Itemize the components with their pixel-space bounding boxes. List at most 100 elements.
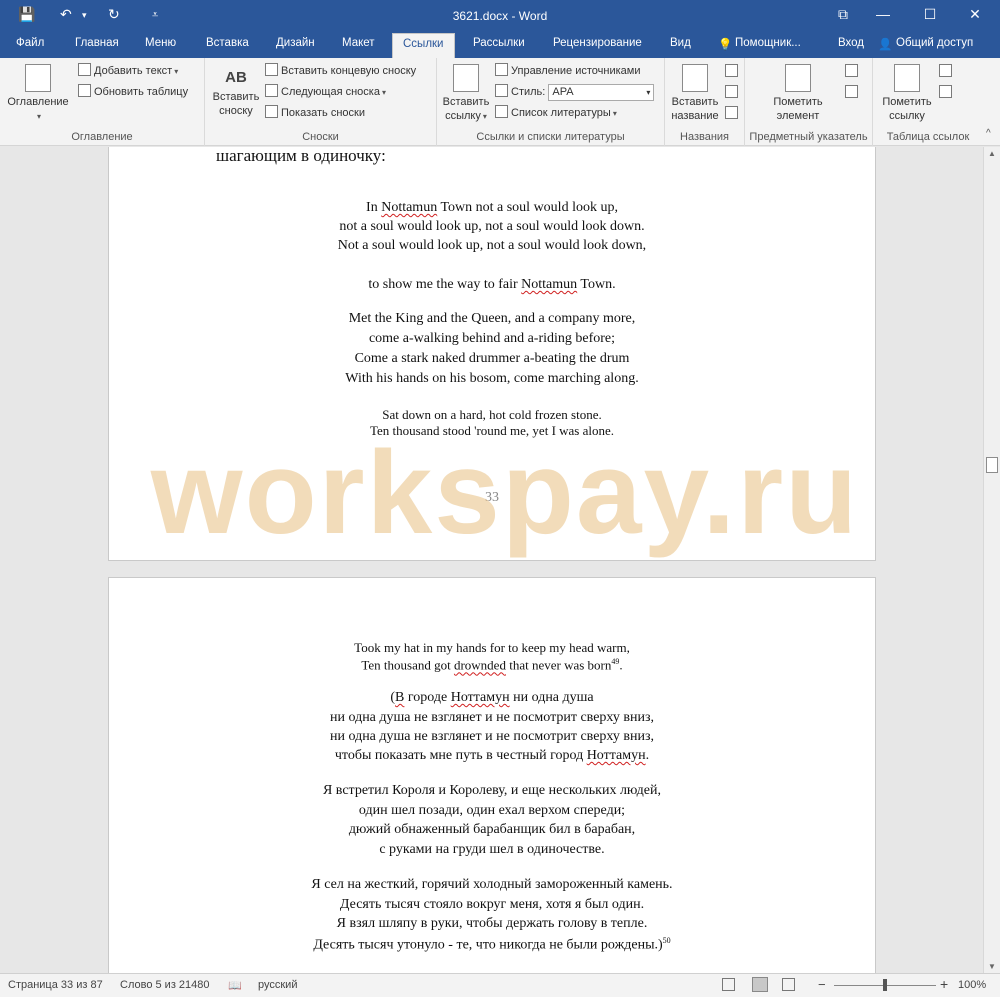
spelling-error[interactable]: В: [395, 690, 404, 705]
bibliography-button[interactable]: Список литературы ▾: [495, 104, 617, 122]
poem-line: to show me the way to fair Nottamun Town…: [368, 277, 616, 292]
poem-line: Took my hat in my hands for to keep my h…: [354, 640, 630, 655]
spelling-error[interactable]: Ноттамун: [451, 690, 510, 705]
poem-line: дюжий обнаженный барабанщик бил в бараба…: [348, 822, 636, 837]
toc-button[interactable]: Оглавление ▾: [4, 64, 72, 124]
bibliography-label: Список литературы: [511, 107, 611, 119]
tab-tell-me[interactable]: Помощник...: [735, 37, 801, 49]
insert-footnote-button[interactable]: AB Вставить сноску: [208, 66, 264, 118]
print-layout-icon[interactable]: [752, 977, 768, 992]
manage-sources-icon: [495, 63, 508, 76]
tab-menu[interactable]: Меню: [145, 37, 176, 49]
poem-line: In Nottamun Town not a soul would look u…: [366, 200, 618, 215]
close-button[interactable]: ✕: [960, 6, 990, 23]
insert-table-of-figures-icon[interactable]: [725, 64, 738, 77]
chevron-down-icon: ▾: [36, 112, 41, 121]
insert-caption-button[interactable]: Вставить название: [667, 64, 723, 123]
page-33: шагающим в одиночку: In Nottamun Town no…: [108, 147, 876, 561]
poem-line: come a-walking behind and a-riding befor…: [368, 331, 616, 346]
update-table-button[interactable]: Обновить таблицу: [78, 83, 188, 101]
style-select[interactable]: APA ▾: [548, 83, 655, 101]
spelling-error[interactable]: Ноттамун: [587, 748, 646, 763]
chevron-down-icon: ▾: [612, 109, 617, 118]
share-button[interactable]: Общий доступ: [896, 37, 973, 49]
group-citations: Вставить ссылку ▾ Управление источниками …: [437, 58, 665, 146]
tab-home[interactable]: Главная: [75, 37, 119, 49]
add-text-button[interactable]: Добавить текст ▾: [78, 62, 178, 80]
tab-layout[interactable]: Макет: [342, 37, 375, 49]
cross-reference-icon[interactable]: [725, 106, 738, 119]
zoom-out-button[interactable]: −: [818, 977, 826, 992]
update-toa-icon[interactable]: [939, 85, 952, 98]
scrollbar-thumb[interactable]: [986, 457, 998, 473]
poem-line: чтобы показать мне путь в честный город …: [334, 748, 650, 763]
zoom-in-button[interactable]: +: [940, 976, 948, 992]
spelling-error[interactable]: drownded: [454, 657, 506, 672]
group-captions-label: Названия: [680, 131, 729, 143]
mark-entry-button[interactable]: Пометить элемент: [759, 64, 837, 123]
show-notes-button[interactable]: Показать сноски: [265, 104, 365, 122]
scroll-up-icon[interactable]: ▲: [988, 149, 996, 158]
manage-sources-button[interactable]: Управление источниками: [495, 62, 640, 80]
web-layout-icon[interactable]: [782, 978, 795, 991]
zoom-level[interactable]: 100%: [958, 979, 986, 991]
group-footnotes: AB Вставить сноску Вставить концевую сно…: [205, 58, 437, 146]
tab-file[interactable]: Файл: [16, 37, 44, 49]
insert-citation-button[interactable]: Вставить ссылку ▾: [439, 64, 493, 124]
style-selector[interactable]: Стиль: APA ▾: [495, 83, 655, 101]
page-count[interactable]: Страница 33 из 87: [8, 979, 103, 991]
footnote-ref[interactable]: 50: [663, 936, 671, 945]
language[interactable]: русский: [258, 979, 297, 991]
insert-endnote-button[interactable]: Вставить концевую сноску: [265, 62, 416, 80]
ribbon-tabs: Файл Главная Меню Вставка Дизайн Макет С…: [0, 32, 1000, 58]
read-mode-icon[interactable]: [722, 978, 735, 991]
update-figures-icon[interactable]: [725, 85, 738, 98]
mark-entry-label-2: элемент: [776, 110, 820, 122]
update-index-icon[interactable]: [845, 85, 858, 98]
tab-review[interactable]: Рецензирование: [553, 37, 642, 49]
tab-design[interactable]: Дизайн: [276, 37, 315, 49]
vertical-scrollbar[interactable]: ▲ ▼: [983, 147, 1000, 973]
maximize-button[interactable]: ☐: [915, 6, 945, 23]
poem-line: Sat down on a hard, hot cold frozen ston…: [382, 407, 602, 422]
spelling-error[interactable]: Nottamun: [381, 200, 437, 215]
mark-citation-button[interactable]: Пометить ссылку: [875, 64, 939, 123]
status-bar: Страница 33 из 87 Слово 5 из 21480 📖 рус…: [0, 973, 1000, 997]
word-count[interactable]: Слово 5 из 21480: [120, 979, 210, 991]
group-citations-label: Ссылки и списки литературы: [476, 131, 625, 143]
tab-insert[interactable]: Вставка: [206, 37, 249, 49]
minimize-button[interactable]: —: [868, 6, 898, 22]
page-34: Took my hat in my hands for to keep my h…: [108, 577, 876, 973]
caption-icon: [682, 64, 708, 92]
tab-mailings[interactable]: Рассылки: [473, 37, 525, 49]
spelling-error[interactable]: Nottamun: [521, 277, 577, 292]
insert-toa-icon[interactable]: [939, 64, 952, 77]
tab-view[interactable]: Вид: [670, 37, 691, 49]
title-bar: 💾 ↶ ▾ ↻ ⩡ 3621.docx - Word ⧉ — ☐ ✕: [0, 0, 1000, 32]
poem-line: Десять тысяч стояло вокруг меня, хотя я …: [339, 897, 645, 912]
ribbon-display-options-icon[interactable]: ⧉: [828, 6, 858, 23]
insert-footnote-label-1: Вставить: [212, 91, 260, 103]
update-table-icon: [78, 84, 91, 97]
footnote-ab-icon: AB: [225, 69, 247, 86]
proofing-icon[interactable]: 📖: [228, 979, 242, 992]
tell-me-icon[interactable]: 💡: [718, 37, 732, 51]
page-number: 33: [485, 490, 499, 505]
poem-line: ни одна душа не взглянет и не посмотрит …: [329, 729, 655, 744]
poem-line: Я встретил Короля и Королеву, и еще неск…: [322, 783, 662, 798]
insert-index-icon[interactable]: [845, 64, 858, 77]
ribbon: Оглавление ▾ Добавить текст ▾ Обновить та…: [0, 58, 1000, 146]
group-index: Пометить элемент Предметный указатель: [745, 58, 873, 146]
zoom-slider-thumb[interactable]: [883, 979, 887, 991]
group-toa-label: Таблица ссылок: [886, 131, 970, 143]
group-footnotes-label: Сноски: [302, 131, 339, 143]
scroll-down-icon[interactable]: ▼: [988, 962, 996, 971]
next-footnote-button[interactable]: Следующая сноска ▾: [265, 83, 386, 101]
tab-references[interactable]: Ссылки: [392, 33, 455, 58]
chevron-down-icon: ▾: [174, 67, 179, 76]
group-toc: Оглавление ▾ Добавить текст ▾ Обновить та…: [0, 58, 205, 146]
share-icon[interactable]: 👤: [878, 37, 892, 51]
group-index-label: Предметный указатель: [749, 131, 868, 143]
login-link[interactable]: Вход: [838, 37, 864, 49]
collapse-ribbon-icon[interactable]: ^: [986, 128, 991, 139]
